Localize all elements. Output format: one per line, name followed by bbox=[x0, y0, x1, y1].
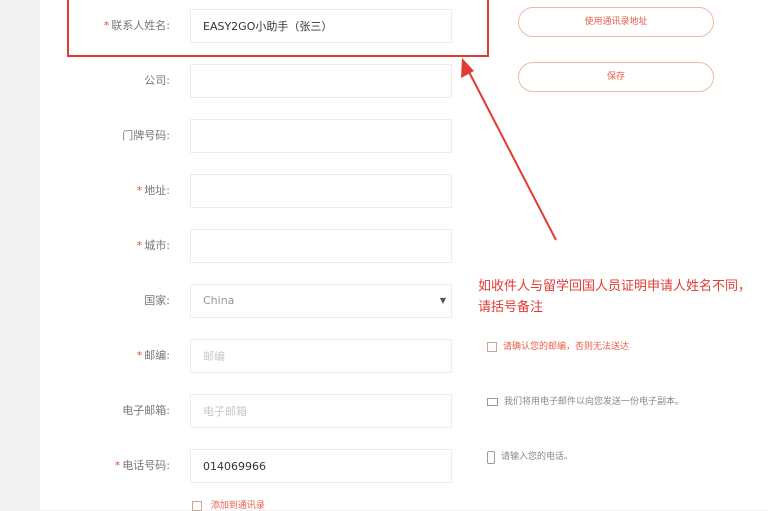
house-number-input[interactable] bbox=[190, 119, 452, 153]
postcode-input[interactable] bbox=[190, 339, 452, 373]
row-company: 公司: bbox=[0, 64, 460, 98]
house-number-label: 门牌号码: bbox=[122, 129, 170, 142]
checkbox-icon[interactable] bbox=[192, 500, 202, 511]
add-to-address-book[interactable]: 添加到通讯录 bbox=[192, 498, 265, 511]
annotation-text: 如收件人与留学回国人员证明申请人姓名不同，请括号备注 bbox=[478, 279, 752, 315]
country-select[interactable]: China ▼ bbox=[190, 284, 452, 318]
mail-icon bbox=[487, 398, 498, 406]
postcode-label: * 邮编: bbox=[136, 349, 170, 362]
row-address: * 地址: bbox=[0, 174, 460, 208]
country-select-value: China bbox=[190, 284, 452, 318]
row-phone: * 电话号码: bbox=[0, 449, 460, 483]
row-country: 国家: China ▼ bbox=[0, 284, 460, 318]
save-button[interactable]: 保存 bbox=[518, 62, 714, 92]
phone-note: 请输入您的电话。 bbox=[487, 449, 573, 465]
company-input[interactable] bbox=[190, 64, 452, 98]
row-city: * 城市: bbox=[0, 229, 460, 263]
phone-icon bbox=[487, 450, 495, 464]
address-label: * 地址: bbox=[136, 184, 170, 197]
email-label: 电子邮箱: bbox=[122, 404, 170, 417]
city-input[interactable] bbox=[190, 229, 452, 263]
city-label: * 城市: bbox=[136, 239, 170, 252]
email-note: 我们将用电子邮件以向您发送一份电子副本。 bbox=[487, 394, 684, 410]
checkbox-icon[interactable] bbox=[487, 342, 497, 352]
email-input[interactable] bbox=[190, 394, 452, 428]
address-input[interactable] bbox=[190, 174, 452, 208]
row-email: 电子邮箱: bbox=[0, 394, 460, 428]
phone-input[interactable] bbox=[190, 449, 452, 483]
country-label: 国家: bbox=[144, 294, 170, 307]
phone-label: * 电话号码: bbox=[114, 459, 170, 472]
postcode-note: 请确认您的邮编，否则无法送达 bbox=[487, 339, 629, 355]
use-address-book-button[interactable]: 使用通讯录地址 bbox=[518, 7, 714, 37]
row-house-number: 门牌号码: bbox=[0, 119, 460, 153]
row-postcode: * 邮编: bbox=[0, 339, 460, 373]
chevron-down-icon: ▼ bbox=[439, 296, 446, 305]
highlight-box bbox=[67, 0, 489, 57]
company-label: 公司: bbox=[144, 74, 170, 87]
